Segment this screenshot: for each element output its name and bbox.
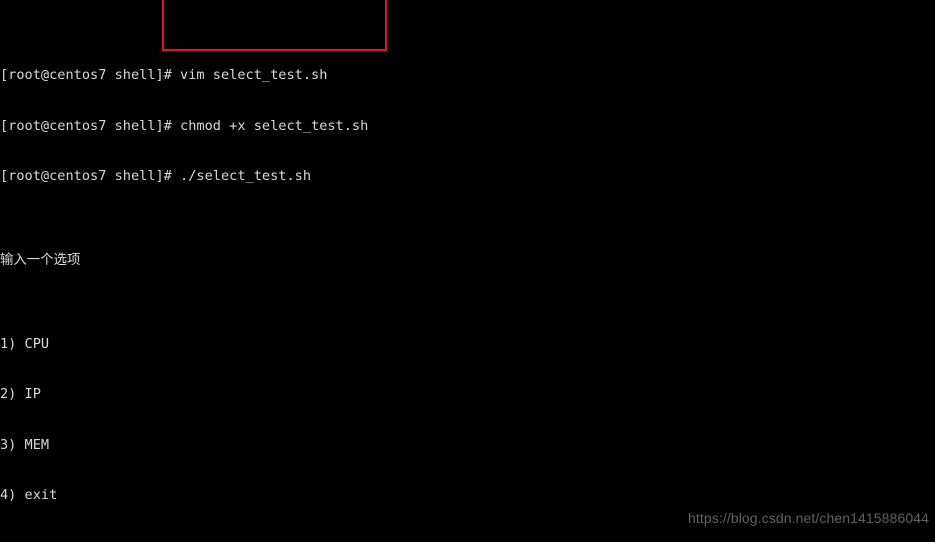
menu-label: exit — [16, 487, 58, 504]
menu-number: 1) — [0, 335, 17, 352]
command-text: chmod +x select_test.sh — [171, 117, 369, 134]
csdn-watermark: https://blog.csdn.net/chen1415886044 — [687, 510, 929, 526]
menu-label: CPU — [16, 335, 50, 352]
select-prompt-chinese: 输入一个选项 — [0, 252, 935, 269]
menu-number: 4) — [0, 487, 17, 504]
menu-item-mem: 3) MEM — [0, 437, 935, 454]
menu-number: 3) — [0, 436, 17, 453]
command-line-3: [root@centos7 shell]# ./select_test.sh — [0, 168, 935, 185]
terminal-window[interactable]: [root@centos7 shell]# vim select_test.sh… — [0, 0, 935, 542]
shell-prompt: [root@centos7 shell]# — [0, 67, 172, 84]
shell-prompt: [root@centos7 shell]# — [0, 167, 172, 184]
menu-item-exit: 4) exit — [0, 487, 935, 504]
command-line-1: [root@centos7 shell]# vim select_test.sh — [0, 67, 935, 84]
select-prompt-text: 输入一个选项 — [0, 252, 81, 268]
menu-label: IP — [16, 386, 41, 403]
command-text: vim select_test.sh — [171, 67, 328, 84]
command-text: ./select_test.sh — [171, 167, 312, 184]
menu-item-cpu: 1) CPU — [0, 336, 935, 353]
menu-item-ip: 2) IP — [0, 386, 935, 403]
menu-label: MEM — [16, 436, 50, 453]
menu-number: 2) — [0, 386, 17, 403]
command-line-2: [root@centos7 shell]# chmod +x select_te… — [0, 118, 935, 135]
shell-prompt: [root@centos7 shell]# — [0, 117, 172, 134]
